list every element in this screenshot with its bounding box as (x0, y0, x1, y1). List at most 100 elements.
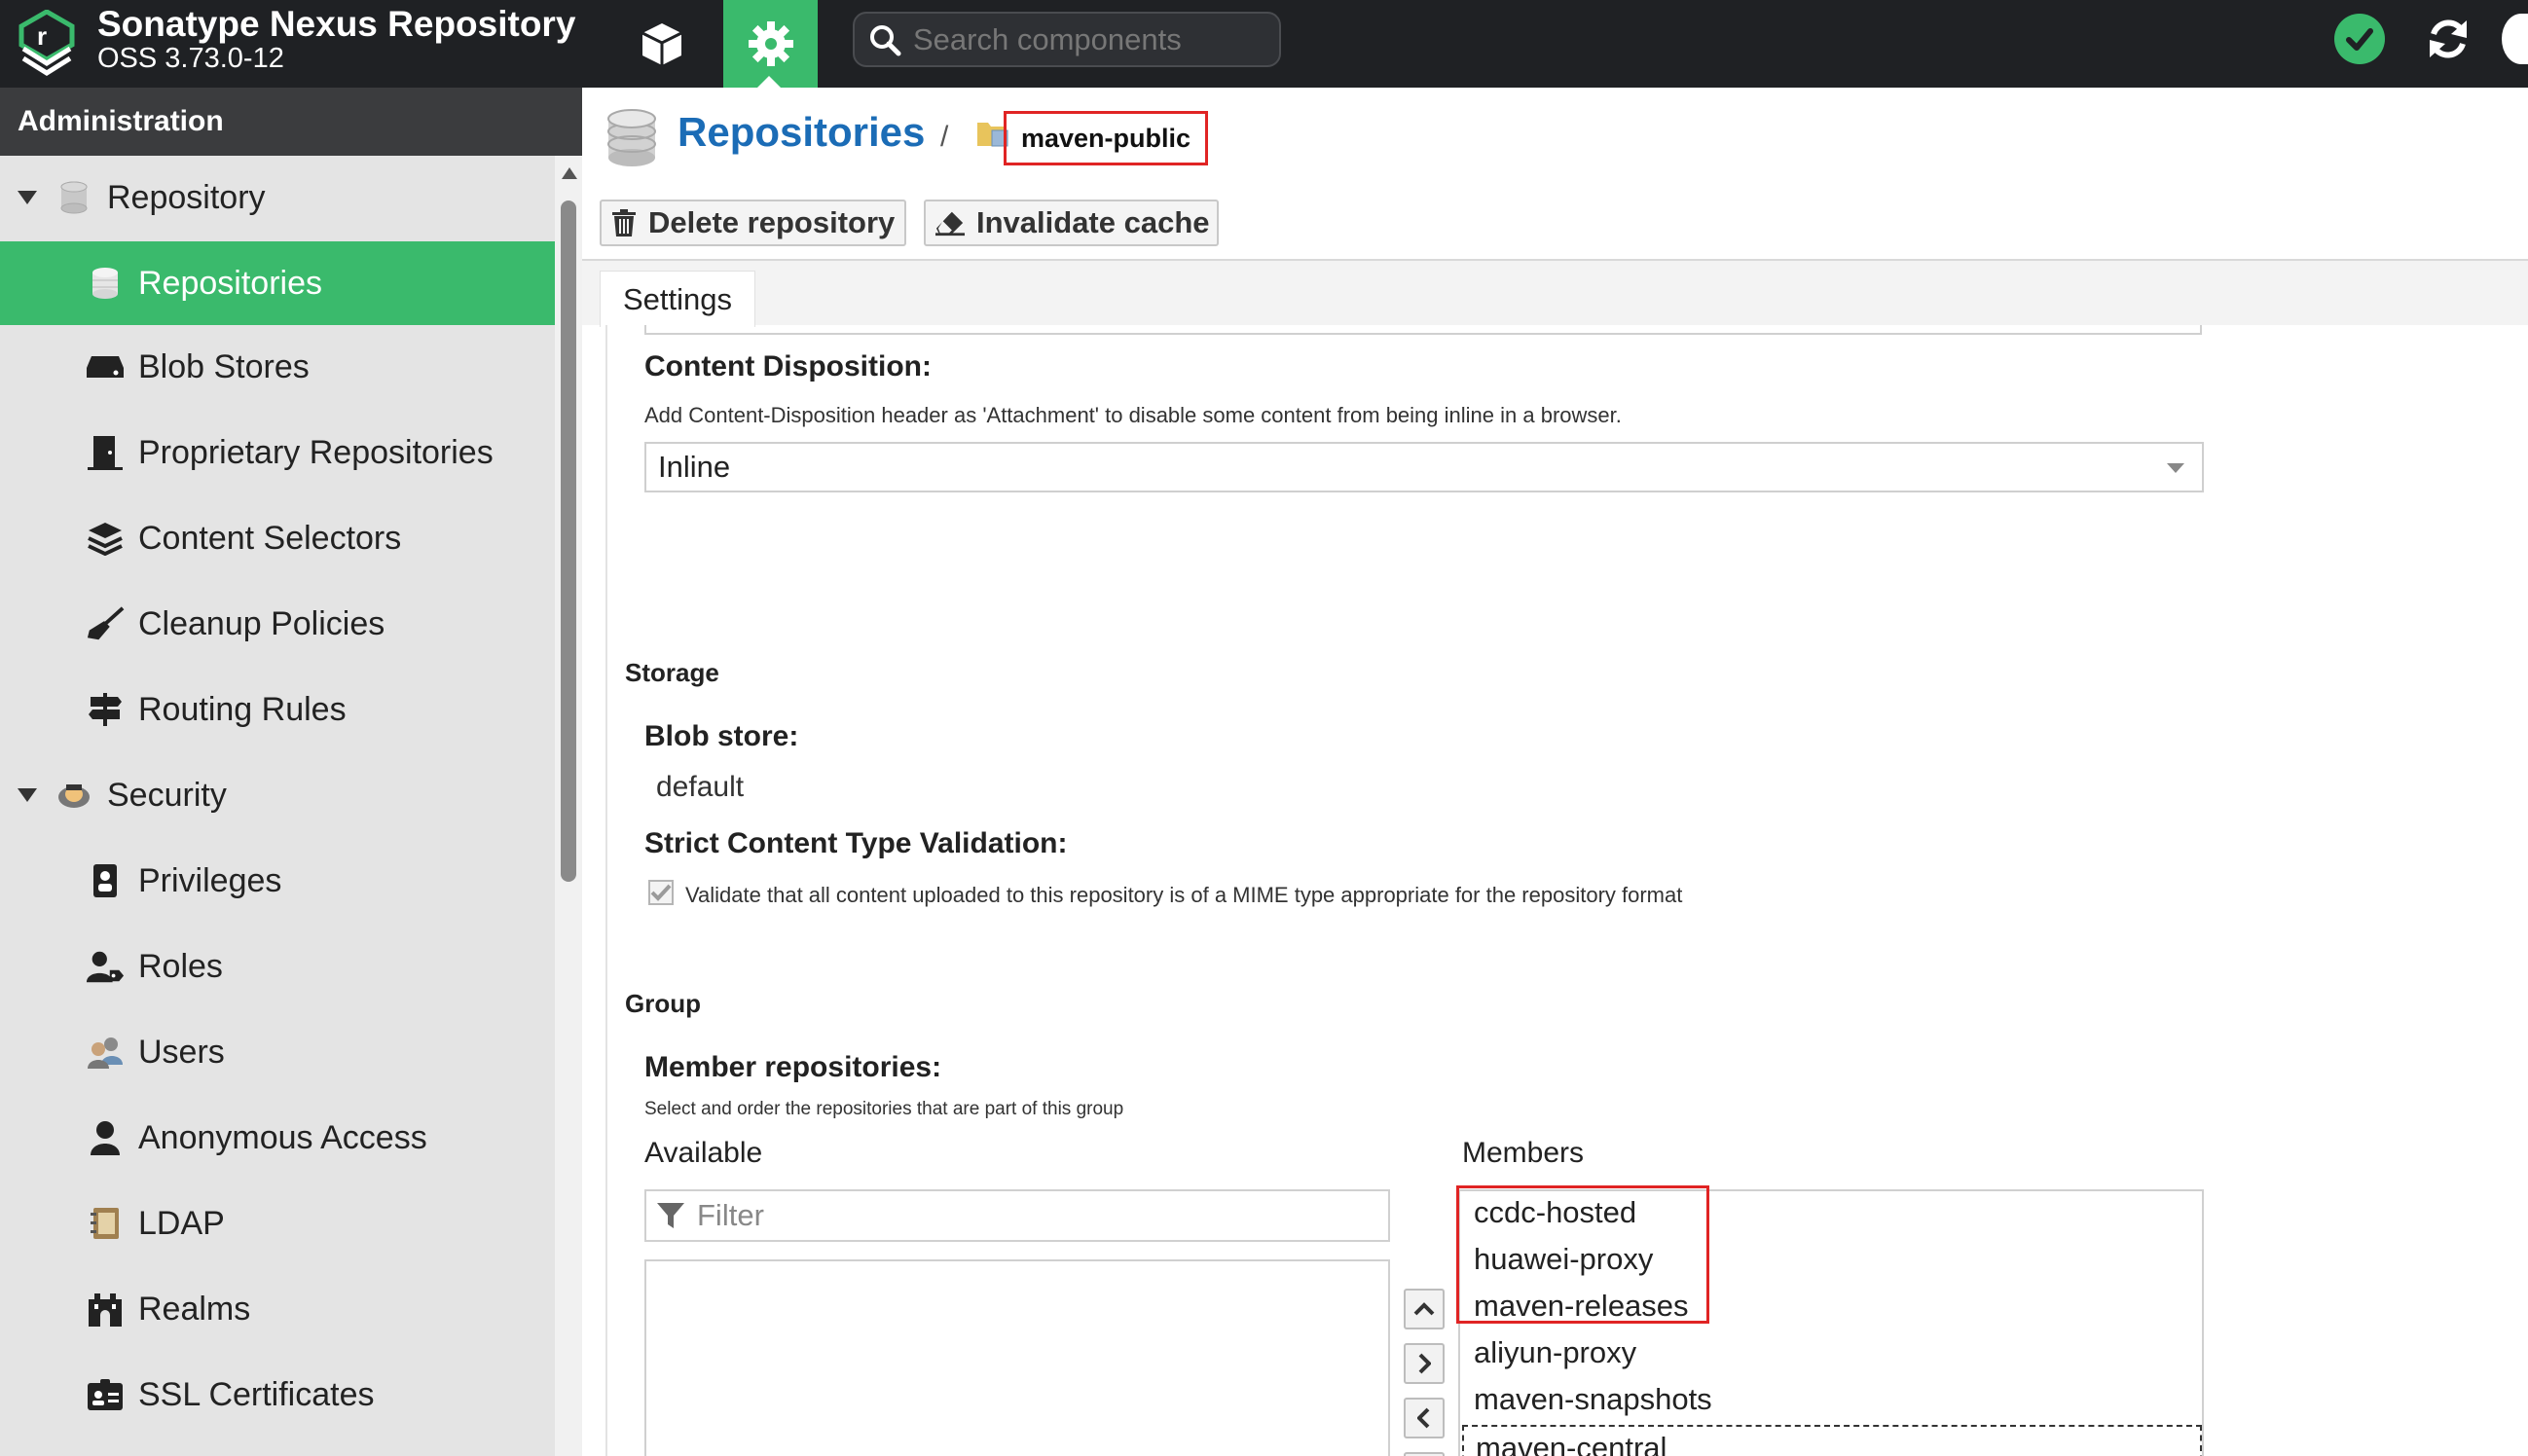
refresh-icon (2430, 19, 2467, 58)
hard-drive-icon (86, 347, 125, 386)
sidebar-item-anonymous-access[interactable]: Anonymous Access (0, 1096, 555, 1180)
filter-input[interactable] (697, 1198, 1378, 1233)
sidebar-item-label: Repository (107, 178, 266, 216)
layers-icon (86, 519, 125, 558)
nexus-logo-icon[interactable]: r (18, 9, 76, 76)
id-badge-icon (86, 861, 125, 900)
sidebar-item-proprietary-repositories[interactable]: Proprietary Repositories (0, 411, 555, 494)
tab-bar: Settings (582, 259, 2528, 327)
available-filter[interactable] (644, 1189, 1390, 1242)
chevron-down-icon[interactable] (2167, 463, 2184, 473)
main-panel: Repositories / maven-public Delete repos… (582, 88, 2528, 1456)
browse-button[interactable] (623, 0, 701, 88)
door-icon (86, 433, 125, 472)
sidebar-item-label: Realms (138, 1290, 251, 1328)
content-disposition-label: Content Disposition: (644, 350, 932, 382)
content-disposition-value: Inline (658, 450, 731, 484)
eraser-icon (935, 208, 965, 237)
list-item[interactable]: maven-snapshots (1474, 1382, 1712, 1417)
sidebar-item-label: Anonymous Access (138, 1118, 427, 1156)
search-icon (870, 24, 901, 55)
database-icon (55, 178, 93, 217)
sidebar-item-roles[interactable]: Roles (0, 925, 555, 1008)
strict-validation-checkbox[interactable] (648, 880, 674, 905)
address-book-icon (86, 1204, 125, 1243)
sidebar-item-users[interactable]: Users (0, 1010, 555, 1094)
product-version: OSS 3.73.0-12 (97, 43, 284, 74)
group-section-title: Group (625, 989, 701, 1018)
trash-icon (611, 208, 637, 237)
castle-icon (86, 1290, 125, 1329)
administration-button[interactable] (723, 0, 818, 88)
list-item[interactable]: aliyun-proxy (1474, 1335, 1636, 1370)
certificate-icon (86, 1375, 125, 1414)
broom-icon (86, 604, 125, 643)
product-title: Sonatype Nexus Repository (97, 4, 576, 44)
scrollbar-thumb[interactable] (561, 200, 576, 882)
sidebar-item-cleanup-policies[interactable]: Cleanup Policies (0, 582, 555, 666)
delete-repository-label: Delete repository (648, 205, 896, 239)
gear-icon (748, 21, 793, 66)
delete-repository-button[interactable]: Delete repository (600, 200, 906, 246)
sidebar-item-label: Cleanup Policies (138, 604, 385, 642)
check-circle-icon[interactable] (2334, 14, 2385, 64)
sidebar-item-routing-rules[interactable]: Routing Rules (0, 668, 555, 751)
top-header: r Sonatype Nexus Repository OSS 3.73.0-1… (0, 0, 2528, 88)
content-disposition-select[interactable]: Inline (644, 442, 2204, 492)
add-to-members-button[interactable] (1404, 1343, 1445, 1384)
scroll-up-icon[interactable] (562, 167, 577, 179)
tab-settings[interactable]: Settings (600, 271, 755, 327)
sidebar-item-label: Content Selectors (138, 519, 402, 557)
breadcrumb-repositories-link[interactable]: Repositories (678, 109, 925, 156)
sidebar-item-content-selectors[interactable]: Content Selectors (0, 496, 555, 580)
move-up-button[interactable] (1404, 1289, 1445, 1329)
checkmark-icon (650, 884, 672, 901)
sidebar-item-label: Roles (138, 947, 223, 985)
expand-arrow-icon[interactable] (18, 191, 37, 204)
user-menu-button[interactable] (2502, 14, 2528, 64)
refresh-button[interactable] (2419, 10, 2477, 68)
chevron-left-icon (1417, 1407, 1430, 1429)
list-item-focused[interactable]: maven-central (1462, 1425, 2202, 1456)
svg-text:r: r (37, 21, 47, 51)
database-icon (86, 264, 125, 303)
blob-store-label: Blob store: (644, 720, 799, 752)
sidebar-item-label: Users (138, 1033, 225, 1071)
chevron-right-icon (1418, 1353, 1431, 1374)
sidebar-item-blob-stores[interactable]: Blob Stores (0, 325, 555, 409)
search-box[interactable] (853, 12, 1281, 67)
expand-arrow-icon[interactable] (18, 788, 37, 802)
signpost-icon (86, 690, 125, 729)
sidebar-item-ldap[interactable]: LDAP (0, 1182, 555, 1265)
remove-from-members-button[interactable] (1404, 1398, 1445, 1438)
users-icon (86, 1033, 125, 1072)
sidebar-item-label: Proprietary Repositories (138, 433, 494, 471)
strict-validation-help: Validate that all content uploaded to th… (685, 883, 1683, 907)
filter-icon (657, 1203, 684, 1228)
user-tag-icon (86, 947, 125, 986)
sidebar: Repository Repositories Blob Stores Prop… (0, 156, 555, 1456)
sidebar-item-repositories[interactable]: Repositories (0, 241, 555, 325)
sidebar-item-realms[interactable]: Realms (0, 1267, 555, 1351)
sidebar-item-label: SSL Certificates (138, 1375, 375, 1413)
settings-form: Content Disposition: Add Content-Disposi… (605, 325, 2528, 1456)
content-disposition-help: Add Content-Disposition header as 'Attac… (644, 403, 1622, 427)
sidebar-group-repository[interactable]: Repository (0, 156, 555, 239)
admin-pointer-icon (757, 76, 781, 88)
sidebar-item-privileges[interactable]: Privileges (0, 839, 555, 923)
sidebar-group-security[interactable]: Security (0, 753, 555, 837)
breadcrumb-current-repository: maven-public (1004, 111, 1208, 165)
cube-icon (641, 23, 682, 65)
search-input[interactable] (913, 21, 1273, 57)
available-repositories-list[interactable] (644, 1259, 1390, 1456)
sidebar-item-ssl-certificates[interactable]: SSL Certificates (0, 1353, 555, 1437)
breadcrumb-separator: / (940, 121, 949, 153)
move-down-button[interactable] (1404, 1452, 1445, 1456)
invalidate-cache-button[interactable]: Invalidate cache (924, 200, 1219, 246)
sidebar-title: Administration (0, 88, 582, 156)
sidebar-scrollbar[interactable] (555, 156, 582, 1456)
invalidate-cache-label: Invalidate cache (976, 205, 1210, 239)
available-column-label: Available (644, 1137, 763, 1169)
security-badge-icon (55, 776, 93, 815)
sidebar-item-label: LDAP (138, 1204, 225, 1242)
